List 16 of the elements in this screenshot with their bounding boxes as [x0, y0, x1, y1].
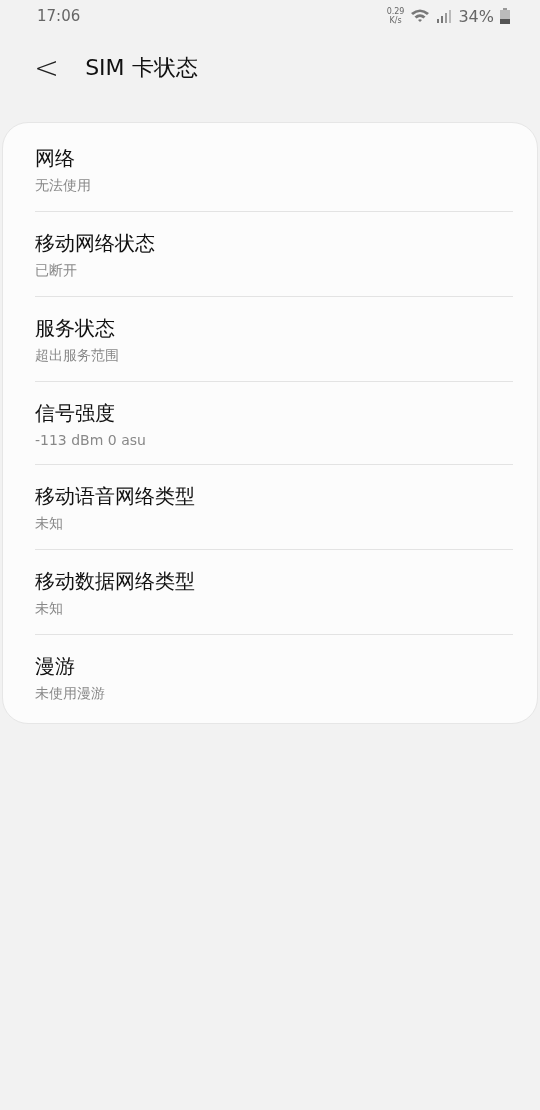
battery-percent: 34%	[458, 6, 494, 26]
status-list-item[interactable]: 移动数据网络类型 未知	[3, 550, 537, 634]
signal-icon	[436, 9, 453, 23]
network-speed: 0.29	[386, 7, 405, 16]
battery-icon	[500, 8, 510, 24]
page-title: SIM 卡状态	[85, 54, 198, 82]
status-time: 17:06	[37, 7, 81, 25]
status-list-item[interactable]: 服务状态 超出服务范围	[3, 297, 537, 381]
wifi-icon	[410, 8, 431, 24]
status-list-item[interactable]: 网络 无法使用	[3, 127, 537, 211]
status-list-item[interactable]: 移动网络状态 已断开	[3, 212, 537, 296]
back-button[interactable]: <	[26, 53, 68, 83]
status-list-item[interactable]: 漫游 未使用漫游	[3, 635, 537, 719]
speed-unit: K/s	[389, 16, 402, 25]
status-list-item[interactable]: 信号强度 -113 dBm 0 asu	[3, 382, 537, 464]
status-list-item[interactable]: 移动语音网络类型 未知	[3, 465, 537, 549]
